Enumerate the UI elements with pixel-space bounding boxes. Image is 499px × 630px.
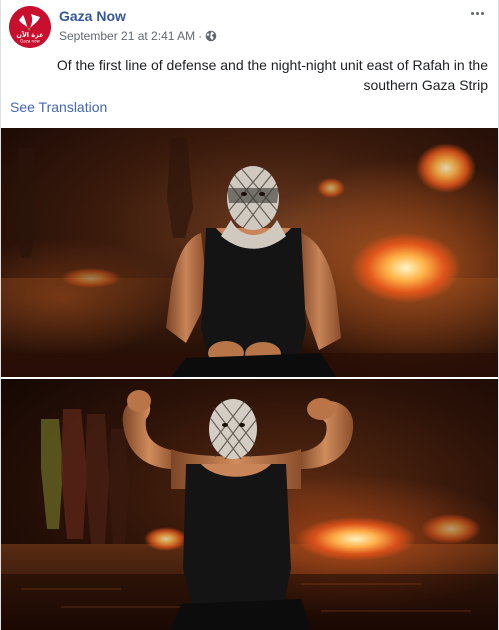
logo-text-latin: Gaza now	[20, 39, 40, 44]
post-timestamp[interactable]: September 21 at 2:41 AM	[59, 29, 195, 43]
post-header: غزة الآن Gaza now Gaza Now September 21 …	[1, 0, 498, 52]
more-options-icon[interactable]	[466, 4, 488, 22]
post-meta: September 21 at 2:41 AM ·	[59, 29, 217, 43]
post-body-text: Of the first line of defense and the nig…	[56, 57, 488, 93]
see-translation-link[interactable]: See Translation	[10, 99, 107, 115]
post-photo-1[interactable]	[1, 128, 498, 377]
page-name-link[interactable]: Gaza Now	[59, 8, 126, 24]
globe-icon[interactable]	[205, 30, 217, 42]
post-photo-2[interactable]	[1, 379, 498, 630]
facebook-post: غزة الآن Gaza now Gaza Now September 21 …	[0, 0, 499, 630]
meta-separator: ·	[198, 29, 203, 43]
gaza-now-logo-icon: غزة الآن Gaza now	[9, 6, 51, 48]
page-avatar[interactable]: غزة الآن Gaza now	[9, 6, 51, 48]
